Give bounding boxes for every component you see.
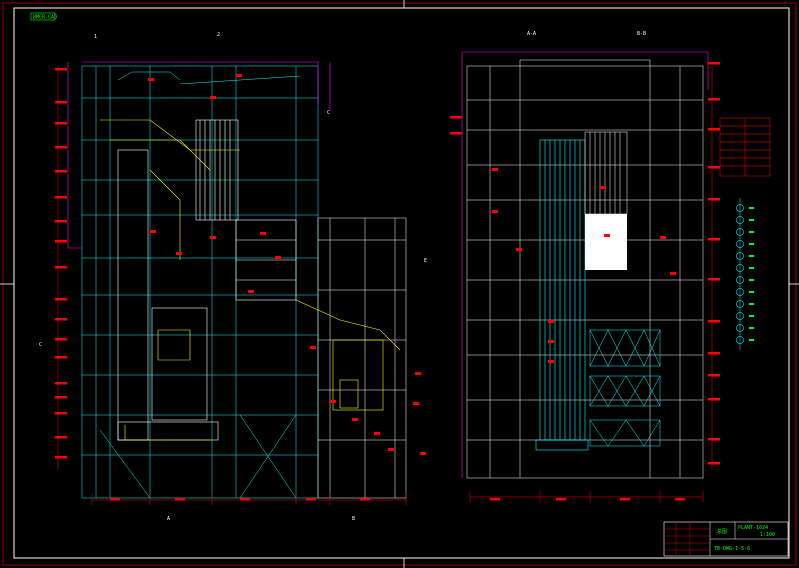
right-top-marker-a: A-A: [527, 31, 536, 37]
left-top-marker-2: 2: [217, 32, 220, 38]
left-elevation-ticks: [55, 68, 370, 501]
legend-table: [719, 117, 771, 177]
title-block-drawing-no: TB-DWG-1-5-6: [714, 546, 750, 552]
left-top-marker-1: 1: [94, 34, 97, 40]
right-dimension-lines: [469, 66, 713, 503]
title-block: 总图 PLANT-1024 1:100 TB-DWG-1-5-6: [663, 521, 789, 557]
left-callout-tags: [148, 74, 426, 455]
left-side-marker-3: E: [424, 258, 427, 264]
corner-tag: BMCR-CAD: [30, 12, 57, 21]
economizer-block: [585, 214, 627, 270]
title-block-code: PLANT-1024: [738, 525, 768, 531]
left-side-marker-1: C: [327, 110, 330, 116]
furnace-column: [535, 139, 589, 451]
symbol-legend: [736, 198, 754, 350]
drawing-frame: [0, 0, 799, 568]
right-callout-tags: [492, 168, 676, 363]
title-block-title: 总图: [717, 528, 727, 535]
left-elevation-view: 1 2 A B C C E: [39, 32, 427, 522]
superheater-bank: [584, 131, 628, 215]
right-top-marker-b: B-B: [637, 31, 646, 37]
cad-drawing-canvas: BMCR-CAD 1 2 A B C C E A-A B-B 总图 PLANT-…: [0, 0, 799, 568]
air-preheater-bank: [589, 329, 661, 447]
title-block-scale: 1:100: [760, 532, 775, 538]
left-side-marker-2: C: [39, 342, 42, 348]
left-bottom-marker-a: A: [167, 516, 170, 522]
corner-tag-text: BMCR-CAD: [33, 15, 57, 21]
right-elevation-view: A-A B-B: [450, 31, 720, 503]
right-view-markers: A-A B-B: [527, 31, 646, 37]
boiler-body: [117, 119, 297, 441]
left-annex-structure: [317, 217, 407, 499]
left-view-markers: 1 2 A B C C E: [39, 32, 427, 522]
left-bottom-marker-b: B: [352, 516, 355, 522]
